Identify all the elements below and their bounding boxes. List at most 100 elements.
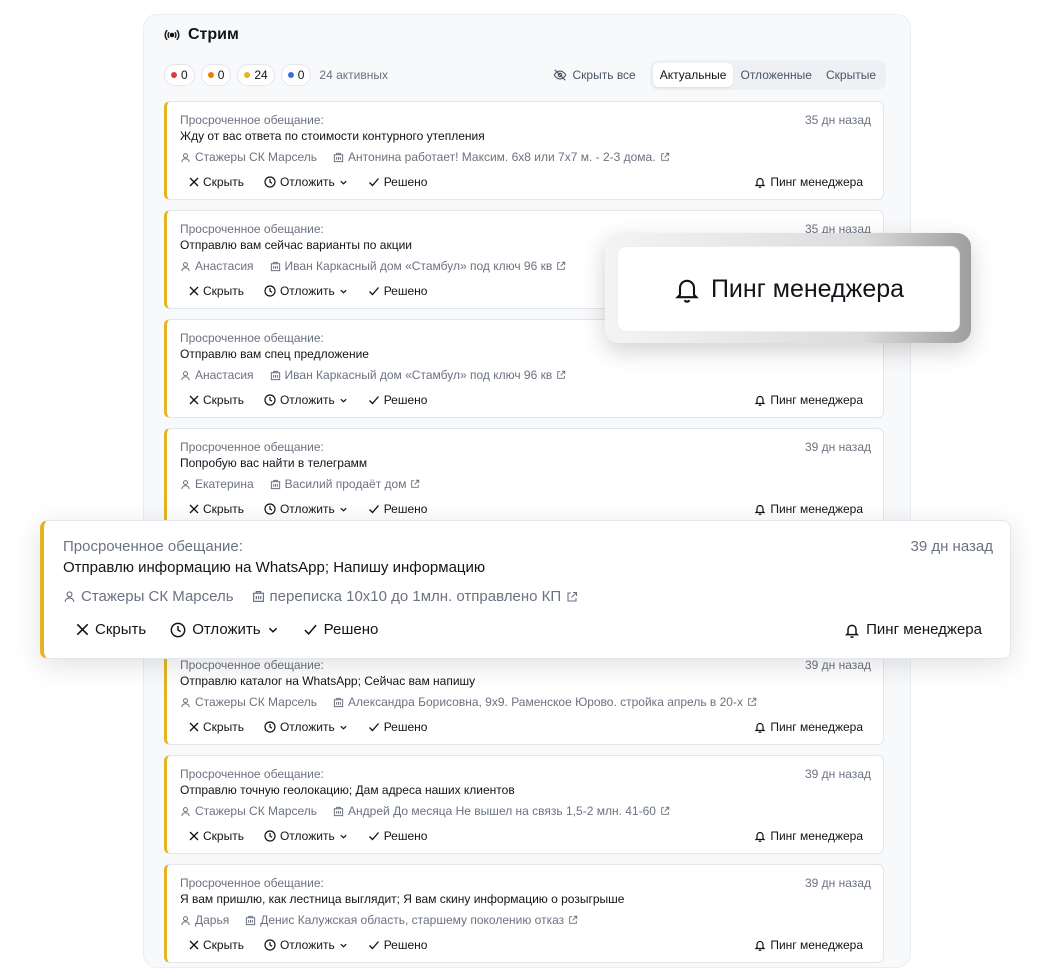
ping-label: Пинг менеджера <box>770 175 863 189</box>
external-link-icon[interactable] <box>660 806 670 816</box>
hide-button[interactable]: Скрыть <box>189 284 244 298</box>
card-person[interactable]: Стажеры СК Марсель <box>81 588 234 605</box>
tab-postponed[interactable]: Отложенные <box>733 63 819 87</box>
ping-manager-button[interactable]: Пинг менеджера <box>754 393 863 407</box>
done-button[interactable]: Решено <box>368 284 427 298</box>
blue-dot <box>287 72 294 78</box>
postpone-label: Отложить <box>279 829 335 843</box>
done-button[interactable]: Решено <box>303 621 378 638</box>
check-icon <box>368 830 380 842</box>
external-link-icon[interactable] <box>660 152 670 162</box>
count-pill-red[interactable]: 0 <box>164 64 195 86</box>
done-button[interactable]: Решено <box>368 502 427 516</box>
ping-manager-button[interactable]: Пинг менеджера <box>754 502 863 516</box>
card-person[interactable]: Анастасия <box>195 259 254 273</box>
chevron-down-icon <box>339 178 348 187</box>
card-meta: Стажеры СК Марсель Антонина работает! Ма… <box>180 150 670 164</box>
hide-button[interactable]: Скрыть <box>189 720 244 734</box>
ping-manager-callout: Пинг менеджера <box>605 233 971 343</box>
ping-manager-button[interactable]: Пинг менеджера <box>844 621 982 638</box>
postpone-button[interactable]: Отложить <box>170 621 278 638</box>
postpone-button[interactable]: Отложить <box>264 284 348 298</box>
card-deal[interactable]: Иван Каркасный дом «Стамбул» под ключ 96… <box>285 259 553 273</box>
user-icon <box>63 590 76 603</box>
filter-bar: 0 0 24 0 24 активных Скрыть все Актуальн… <box>164 60 886 90</box>
clock-icon <box>264 285 276 297</box>
card-deal[interactable]: переписка 10х10 до 1млн. отправлено КП <box>270 588 562 605</box>
card-actions: Скрыть Отложить Решено Пинг менеджера <box>76 621 982 638</box>
card-person[interactable]: Стажеры СК Марсель <box>195 695 317 709</box>
ping-manager-button[interactable]: Пинг менеджера <box>754 829 863 843</box>
card-person[interactable]: Стажеры СК Марсель <box>195 804 317 818</box>
ping-manager-button[interactable]: Пинг менеджера <box>754 938 863 952</box>
hide-button[interactable]: Скрыть <box>76 621 146 638</box>
card-time: 39 дн назад <box>910 538 994 555</box>
postpone-button[interactable]: Отложить <box>264 393 348 407</box>
card-label: Просроченное обещание: <box>63 538 243 555</box>
count-pill-yellow[interactable]: 24 <box>237 64 275 86</box>
card-time: 39 дн назад <box>805 767 871 781</box>
count-pill-blue[interactable]: 0 <box>280 64 312 86</box>
card-person[interactable]: Стажеры СК Марсель <box>195 150 317 164</box>
check-icon <box>368 939 380 951</box>
tab-hidden[interactable]: Скрытые <box>819 63 883 87</box>
building-icon <box>333 806 344 817</box>
hide-button[interactable]: Скрыть <box>189 393 244 407</box>
postpone-label: Отложить <box>279 284 335 298</box>
postpone-button[interactable]: Отложить <box>264 502 348 516</box>
external-link-icon[interactable] <box>747 697 757 707</box>
done-button[interactable]: Решено <box>368 829 427 843</box>
done-button[interactable]: Решено <box>368 175 427 189</box>
bell-icon <box>754 830 766 842</box>
building-icon <box>252 590 265 603</box>
card-deal[interactable]: Андрей До месяца Не вышел на связь 1,5-2… <box>348 804 656 818</box>
bell-icon <box>754 503 766 515</box>
external-link-icon[interactable] <box>566 591 578 603</box>
stream-header: Стрим <box>164 26 239 44</box>
tab-actual[interactable]: Актуальные <box>652 63 734 87</box>
postpone-button[interactable]: Отложить <box>264 720 348 734</box>
card-person[interactable]: Дарья <box>195 913 229 927</box>
card-deal[interactable]: Иван Каркасный дом «Стамбул» под ключ 96… <box>285 368 553 382</box>
hide-button[interactable]: Скрыть <box>189 502 244 516</box>
postpone-button[interactable]: Отложить <box>264 829 348 843</box>
external-link-icon[interactable] <box>410 479 420 489</box>
user-icon <box>180 261 191 272</box>
card-label: Просроченное обещание: <box>180 767 324 781</box>
done-button[interactable]: Решено <box>368 393 428 407</box>
ping-manager-button-large[interactable]: Пинг менеджера <box>617 246 960 332</box>
card-deal[interactable]: Александра Борисовна, 9х9. Раменское Юро… <box>348 695 743 709</box>
hide-all-button[interactable]: Скрыть все <box>553 68 636 82</box>
hide-button[interactable]: Скрыть <box>189 829 244 843</box>
ping-manager-button[interactable]: Пинг менеджера <box>754 175 863 189</box>
card-person[interactable]: Екатерина <box>195 477 254 491</box>
eye-off-icon <box>553 68 567 82</box>
building-icon <box>245 915 256 926</box>
card-deal[interactable]: Антонина работает! Максим. 6х8 или 7х7 м… <box>348 150 656 164</box>
card-deal[interactable]: Денис Калужская область, старшему поколе… <box>260 913 564 927</box>
hide-button[interactable]: Скрыть <box>189 175 244 189</box>
card-deal[interactable]: Василий продаёт дом <box>285 477 407 491</box>
count-pill-orange[interactable]: 0 <box>200 64 232 86</box>
ping-manager-button[interactable]: Пинг менеджера <box>754 720 863 734</box>
postpone-label: Отложить <box>279 393 335 407</box>
hide-button[interactable]: Скрыть <box>189 938 244 952</box>
bell-icon <box>754 394 766 406</box>
postpone-button[interactable]: Отложить <box>264 938 348 952</box>
red-dot <box>171 72 177 78</box>
close-icon <box>189 831 199 841</box>
external-link-icon[interactable] <box>556 261 566 271</box>
postpone-button[interactable]: Отложить <box>264 175 348 189</box>
card-label: Просроченное обещание: <box>180 440 324 454</box>
bell-icon <box>673 275 701 303</box>
hide-label: Скрыть <box>203 284 244 298</box>
ping-label: Пинг менеджера <box>770 502 863 516</box>
card-meta: Анастасия Иван Каркасный дом «Стамбул» п… <box>180 368 566 382</box>
check-icon <box>368 503 380 515</box>
done-button[interactable]: Решено <box>368 720 427 734</box>
external-link-icon[interactable] <box>556 370 566 380</box>
external-link-icon[interactable] <box>568 915 578 925</box>
done-button[interactable]: Решено <box>368 938 427 952</box>
card-person[interactable]: Анастасия <box>195 368 254 382</box>
done-label: Решено <box>383 393 428 407</box>
